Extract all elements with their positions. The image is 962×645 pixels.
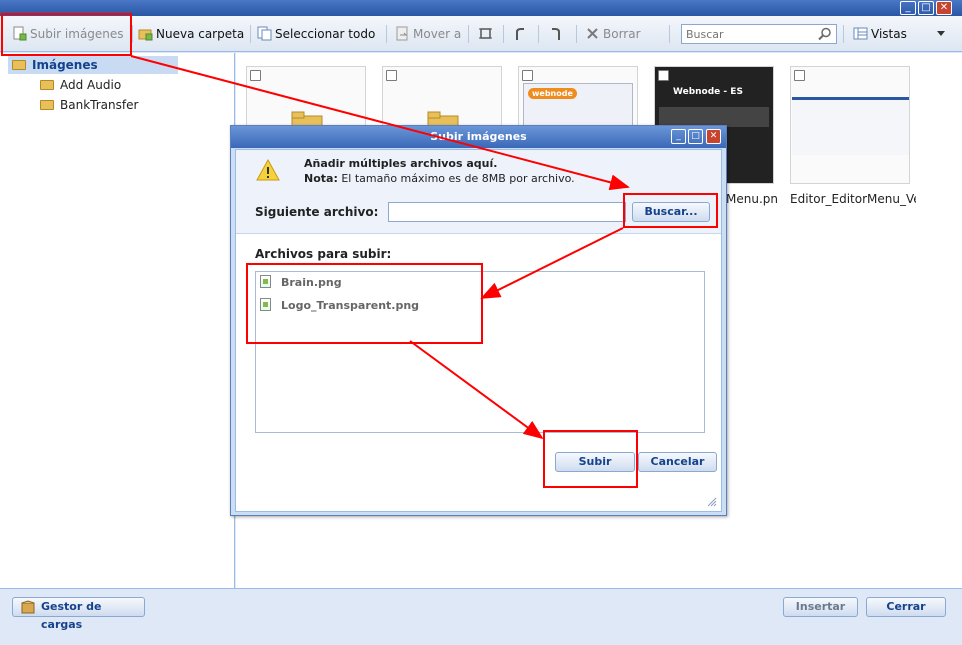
crop-icon [479,28,492,39]
thumbnail-checkbox[interactable] [250,70,261,81]
tree-item-label: Add Audio [60,78,122,92]
cancel-button[interactable]: Cancelar [638,452,717,472]
insert-button[interactable]: Insertar [783,597,858,617]
next-file-field[interactable] [388,202,626,222]
annotation-box-submit [543,430,638,488]
footer-bar: Gestor de cargas Insertar Cerrar [0,588,962,645]
delete-icon [587,28,598,39]
toolbar-separator [468,25,469,43]
close-window-button[interactable]: ✕ [936,1,952,15]
tree-item-label: BankTransfer [60,98,139,112]
thumbnail-checkbox[interactable] [794,70,805,81]
thumbnail-checkbox[interactable] [386,70,397,81]
toolbar-separator [669,25,670,43]
dialog-titlebar[interactable]: Subir imágenes _ □ ✕ [231,126,726,148]
package-icon [21,600,35,614]
toolbar-separator [843,25,844,43]
select-all-label: Seleccionar todo [275,27,376,41]
new-folder-icon [138,29,153,41]
thumbnail-caption: Editor_EditorMenu_Ve [790,192,916,206]
close-dialog-button[interactable]: ✕ [706,129,721,144]
annotation-box-file-list [246,263,483,344]
views-label: Vistas [871,27,907,41]
toolbar-separator [538,25,539,43]
rotate-left-button[interactable] [513,23,531,45]
annotation-box-upload [1,13,132,56]
toolbar-separator [386,25,387,43]
note-text: El tamaño máximo es de 8MB por archivo. [337,172,575,185]
maximize-dialog-button[interactable]: □ [688,129,703,144]
next-file-label: Siguiente archivo: [255,205,379,219]
tree-item-banktransfer[interactable]: BankTransfer [40,96,138,114]
toolbar: Subir imágenes Nueva carpeta Seleccionar… [0,16,962,52]
delete-button[interactable]: Borrar [585,23,641,45]
resize-grip-icon[interactable] [707,497,717,507]
maximize-window-button[interactable]: □ [918,1,934,15]
screenshot-preview [792,97,909,155]
select-all-button[interactable]: Seleccionar todo [257,23,375,45]
folder-open-icon [12,60,26,70]
search-icon[interactable] [818,27,832,41]
minimize-window-button[interactable]: _ [900,1,916,15]
folder-icon [40,100,54,110]
note-bold: Nota: [304,172,338,185]
screenshot-preview [659,107,769,127]
tree-root-images[interactable]: Imágenes [8,56,178,74]
close-button[interactable]: Cerrar [866,597,946,617]
screenshot-heading: Webnode - ES [673,87,743,97]
new-folder-button[interactable]: Nueva carpeta [138,23,244,45]
toolbar-separator [576,25,577,43]
thumbnail-checkbox[interactable] [522,70,533,81]
thumbnail-caption: Menu.pn [726,192,778,206]
move-to-label: Mover a [413,27,462,41]
brand-logo: webnode [528,88,577,99]
tree-item-add-audio[interactable]: Add Audio [40,76,121,94]
move-to-button[interactable]: Mover a [395,23,461,45]
folder-icon [40,80,54,90]
move-to-icon [396,26,408,41]
toolbar-separator [132,25,133,43]
views-dropdown[interactable]: Vistas [853,23,953,45]
tree-root-label: Imágenes [32,58,98,72]
size-note: Nota: El tamaño máximo es de 8MB por arc… [304,172,575,185]
dialog-title: Subir imágenes [430,130,527,143]
folder-tree: Imágenes Add Audio BankTransfer [0,53,235,588]
files-to-upload-label: Archivos para subir: [255,247,392,261]
annotation-box-browse [623,193,718,228]
rotate-right-button[interactable] [548,23,566,45]
thumbnail-image[interactable] [790,66,910,184]
rotate-right-icon [552,28,560,40]
toolbar-separator [503,25,504,43]
upload-manager-button[interactable]: Gestor de cargas [12,597,145,631]
thumbnail-checkbox[interactable] [658,70,669,81]
chevron-down-icon [937,31,945,36]
select-all-icon [257,26,272,41]
rotate-left-icon [516,28,524,40]
new-folder-label: Nueva carpeta [156,27,245,41]
window-titlebar: _ □ ✕ [0,0,962,16]
minimize-dialog-button[interactable]: _ [671,129,686,144]
add-files-title: Añadir múltiples archivos aquí. [304,157,498,170]
views-icon [853,27,868,40]
warning-icon [256,159,280,181]
search-input[interactable] [681,24,837,44]
delete-label: Borrar [603,27,641,41]
toolbar-separator [250,25,251,43]
upload-manager-label: Gestor de cargas [41,600,102,631]
resize-button[interactable] [478,23,496,45]
